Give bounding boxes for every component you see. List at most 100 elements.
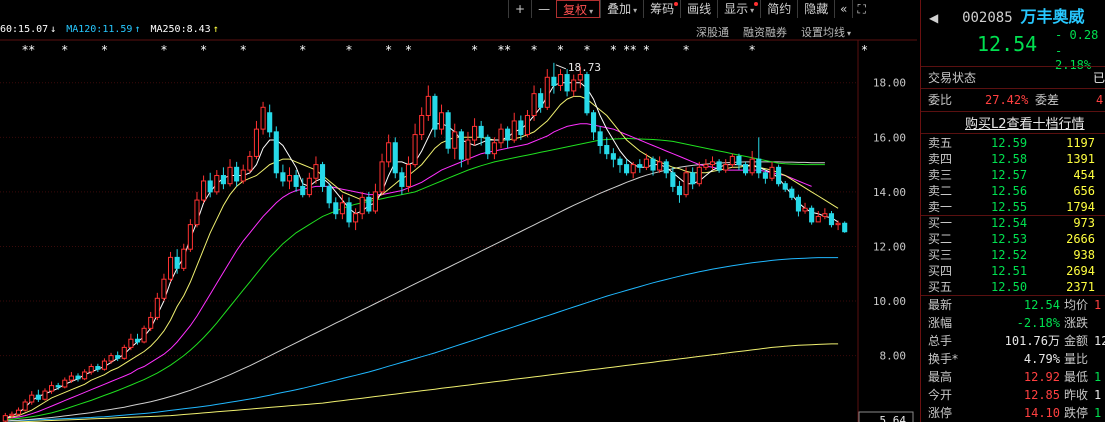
candle-up (154, 297, 160, 318)
notification-dot (674, 2, 679, 6)
ask-level-1[interactable]: 卖一 12.55 1794 (921, 199, 1105, 215)
candle-up (577, 74, 583, 81)
simple-mode-button[interactable]: 简约 (760, 0, 797, 18)
candle-down (564, 74, 570, 92)
candle-up (405, 164, 412, 187)
ask-level-3[interactable]: 卖三 12.57 454 (921, 167, 1105, 183)
ask-level-4[interactable]: 卖四 12.58 1391 (921, 151, 1105, 167)
ask-level-5[interactable]: 卖五 12.59 1197 (921, 135, 1105, 151)
candle-down (604, 145, 610, 155)
bid-level-3[interactable]: 买三 12.52 938 (921, 247, 1105, 263)
candle-up (723, 164, 729, 171)
event-star-marker: * (630, 43, 637, 57)
bid-level-1[interactable]: 买一 12.54 973 (921, 215, 1105, 231)
stat-value: -2.18% (1016, 316, 1060, 330)
candle-up (313, 164, 319, 179)
ma250-legend: MA250:8.43 ↑ (150, 24, 219, 35)
candle-up (815, 215, 821, 223)
caret-down-icon: ▾ (633, 6, 638, 15)
candle-down (551, 76, 557, 86)
candle-up (108, 355, 114, 362)
candle-down (663, 161, 669, 174)
candle-up (148, 316, 154, 329)
candle-up (201, 180, 207, 201)
candle-down (716, 161, 722, 171)
kline-chart-area[interactable]: 18.00 16.00 14.00 12.00 10.00 8.00 * * * * * * * * * * *… (0, 0, 917, 422)
candle-up (657, 161, 663, 171)
bid-level-4[interactable]: 买四 12.51 2694 (921, 263, 1105, 279)
stats-row: 今开 12.85 昨收 1 (921, 386, 1105, 404)
hk-connect-link[interactable]: 深股通 (696, 24, 729, 40)
candle-up (82, 371, 88, 380)
ma-settings-link[interactable]: 设置均线 ▾ (801, 24, 851, 40)
candle-up (88, 366, 94, 373)
draw-line-button[interactable]: 画线 (680, 0, 717, 18)
event-star-marker: * (471, 43, 478, 57)
bid-level-5[interactable]: 买五 12.50 2371 (921, 279, 1105, 295)
y-tick-label: 12.00 (873, 240, 906, 253)
candle-up (696, 166, 702, 185)
candle-up (101, 360, 107, 370)
candle-up (62, 379, 68, 388)
zoom-out-button-label: — (538, 2, 551, 16)
chips-button[interactable]: 筹码 (643, 0, 680, 18)
candle-up (438, 112, 445, 130)
candle-down (590, 112, 597, 133)
ma-legend: 60:15.07 ↓ MA120:11.59 ↑ MA250:8.43 ↑ (0, 24, 219, 35)
candle-up (419, 114, 425, 136)
event-star-marker: * (61, 43, 68, 57)
order-price: 12.53 (991, 232, 1028, 246)
candle-up (630, 164, 636, 174)
candle-down (300, 185, 306, 196)
candle-up (531, 93, 537, 116)
zoom-out-button[interactable]: — (531, 0, 556, 18)
expand-icon[interactable]: ⛶ (852, 0, 870, 18)
candle-down (134, 338, 141, 343)
candle-up (187, 224, 193, 250)
order-label: 卖二 (928, 184, 953, 198)
double-chevron-left-icon[interactable]: « (834, 0, 852, 18)
order-vol: 1391 (1066, 152, 1095, 166)
overlay-dropdown-label: 叠加 (607, 2, 632, 16)
order-vol: 938 (1073, 248, 1095, 262)
candle-up (128, 338, 134, 348)
buy-l2-button[interactable]: 购买L2查看十档行情 (965, 113, 1085, 132)
y-tick-label: 14.00 (873, 186, 906, 199)
kline-chart-svg[interactable]: 18.00 16.00 14.00 12.00 10.00 8.00 * * * * * * * * * * *… (0, 0, 917, 422)
ask-level-2[interactable]: 卖二 12.56 656 (921, 183, 1105, 199)
candle-up (372, 191, 378, 212)
order-label: 卖五 (928, 136, 953, 150)
order-vol: 2371 (1066, 280, 1095, 294)
candle-down (776, 166, 782, 185)
order-label: 卖三 (928, 168, 953, 182)
back-arrow-icon[interactable]: ◀ (929, 11, 938, 25)
display-dropdown[interactable]: 显示 ▾ (717, 0, 760, 18)
event-star-marker: * (101, 43, 108, 57)
order-vol: 1197 (1066, 136, 1095, 150)
event-star-marker: * (682, 43, 689, 57)
zoom-in-button[interactable]: + (508, 0, 531, 18)
candle-down (234, 166, 240, 182)
display-dropdown-label: 显示 (724, 2, 749, 16)
candle-down (828, 213, 835, 226)
candle-up (214, 175, 220, 193)
stat-value: 12.92 (1023, 370, 1060, 384)
restore-rights-dropdown[interactable]: 复权 ▾ (556, 0, 601, 18)
candle-up (703, 164, 709, 168)
candle-up (227, 166, 233, 185)
event-star-marker: * (643, 43, 650, 57)
candle-down (35, 394, 41, 400)
candle-up (49, 385, 55, 392)
margin-trading-link[interactable]: 融资融券 (743, 24, 787, 40)
bid-level-2[interactable]: 买二 12.53 2666 (921, 231, 1105, 247)
candle-down (538, 93, 544, 108)
divider (921, 133, 1105, 134)
candle-down (399, 172, 405, 187)
candle-down (597, 131, 603, 147)
order-label: 卖一 (928, 200, 953, 214)
stat-label: 最新 (928, 298, 953, 312)
hide-panel-button[interactable]: 隐藏 (797, 0, 834, 18)
order-label: 买一 (928, 216, 953, 230)
overlay-dropdown[interactable]: 叠加 ▾ (600, 0, 643, 18)
stats-row: 最高 12.92 最低 1 (921, 368, 1105, 386)
